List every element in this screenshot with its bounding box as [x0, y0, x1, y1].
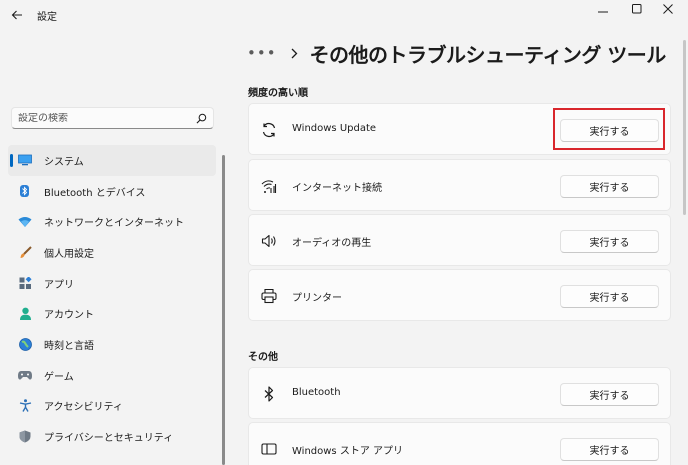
close-button[interactable]: [650, 0, 686, 18]
account-person-icon: [18, 307, 32, 321]
sidebar-item-label: アカウント: [44, 310, 94, 322]
system-display-icon: [18, 153, 32, 167]
sidebar-item-accessibility[interactable]: アクセシビリティ: [8, 391, 216, 422]
network-wifi-icon: [18, 215, 32, 229]
troubleshooter-label: Windows ストア アプリ: [292, 446, 403, 457]
troubleshooter-label: Windows Update: [292, 123, 377, 134]
sidebar-item-label: システム: [44, 156, 84, 168]
troubleshooter-label: プリンター: [292, 293, 342, 304]
chevron-right-icon: [291, 48, 298, 59]
troubleshooter-card-internet: インターネット接続 実行する: [248, 159, 671, 211]
breadcrumb: ••• その他のトラブルシューティング ツール: [247, 38, 666, 68]
breadcrumb-more-button[interactable]: •••: [247, 44, 277, 62]
store-app-icon: [260, 440, 278, 458]
run-button-bluetooth[interactable]: 実行する: [560, 383, 659, 406]
apps-icon: [18, 276, 32, 290]
sidebar-item-label: アプリ: [44, 279, 74, 291]
sidebar-item-gaming[interactable]: ゲーム: [8, 360, 216, 391]
page-title: その他のトラブルシューティング ツール: [309, 42, 667, 67]
personalization-brush-icon: [18, 245, 32, 259]
sidebar-item-label: ネットワークとインターネット: [44, 218, 184, 230]
sidebar-scrollbar[interactable]: [222, 155, 225, 465]
sidebar-item-system[interactable]: システム: [8, 145, 216, 176]
troubleshooter-card-audio: オーディオの再生 実行する: [248, 214, 671, 266]
section-label-other: その他: [248, 352, 278, 363]
run-button-audio[interactable]: 実行する: [560, 230, 659, 253]
gaming-controller-icon: [18, 368, 32, 382]
troubleshooter-label: Bluetooth: [292, 387, 341, 398]
printer-icon: [260, 287, 278, 305]
highlight-box: [553, 108, 665, 150]
back-arrow-icon: [11, 10, 22, 20]
back-button[interactable]: [6, 4, 28, 26]
internet-connection-icon: [260, 177, 278, 195]
troubleshooter-card-printer: プリンター 実行する: [248, 269, 671, 321]
run-button-store-apps[interactable]: 実行する: [560, 438, 659, 461]
sidebar-item-label: 個人用設定: [44, 248, 94, 260]
search-box[interactable]: [11, 107, 214, 129]
sidebar-item-bluetooth[interactable]: Bluetooth とデバイス: [8, 176, 216, 207]
privacy-shield-icon: [18, 430, 32, 444]
bluetooth-icon: [260, 385, 278, 403]
title-bar: 設定: [0, 0, 688, 32]
troubleshooter-card-store-apps: Windows ストア アプリ 実行する: [248, 422, 671, 465]
sidebar-item-label: ゲーム: [44, 371, 74, 383]
time-language-globe-icon: [18, 337, 32, 351]
sidebar-item-label: プライバシーとセキュリティ: [44, 433, 174, 445]
sidebar-item-personalization[interactable]: 個人用設定: [8, 237, 216, 268]
troubleshooter-card-bluetooth: Bluetooth 実行する: [248, 367, 671, 419]
search-input[interactable]: [18, 112, 196, 124]
close-icon: [663, 4, 673, 14]
troubleshooter-label: オーディオの再生: [292, 238, 372, 249]
sidebar-item-label: アクセシビリティ: [44, 402, 123, 414]
sidebar-item-time-language[interactable]: 時刻と言語: [8, 329, 216, 360]
sidebar-item-label: 時刻と言語: [44, 340, 94, 352]
sidebar-item-privacy[interactable]: プライバシーとセキュリティ: [8, 421, 216, 452]
sidebar-item-label: Bluetooth とデバイス: [44, 187, 146, 199]
app-title: 設定: [37, 12, 57, 23]
main-scrollbar[interactable]: [683, 40, 686, 215]
audio-speaker-icon: [260, 232, 278, 250]
minimize-icon: [598, 11, 608, 13]
sidebar-item-accounts[interactable]: アカウント: [8, 298, 216, 329]
maximize-icon: [632, 4, 642, 14]
section-label-frequent: 頻度の高い順: [248, 88, 308, 99]
run-button-internet[interactable]: 実行する: [560, 175, 659, 198]
accessibility-icon: [18, 399, 32, 413]
sidebar-item-network[interactable]: ネットワークとインターネット: [8, 206, 216, 237]
run-button-printer[interactable]: 実行する: [560, 285, 659, 308]
search-icon[interactable]: [196, 113, 207, 124]
troubleshooter-label: インターネット接続: [292, 183, 382, 194]
bluetooth-devices-icon: [18, 184, 32, 198]
minimize-button[interactable]: [585, 0, 621, 18]
sidebar-nav: システム Bluetooth とデバイス ネットワークとインターネット 個人用設…: [8, 145, 216, 452]
sidebar-item-apps[interactable]: アプリ: [8, 268, 216, 299]
windows-update-sync-icon: [260, 121, 278, 139]
